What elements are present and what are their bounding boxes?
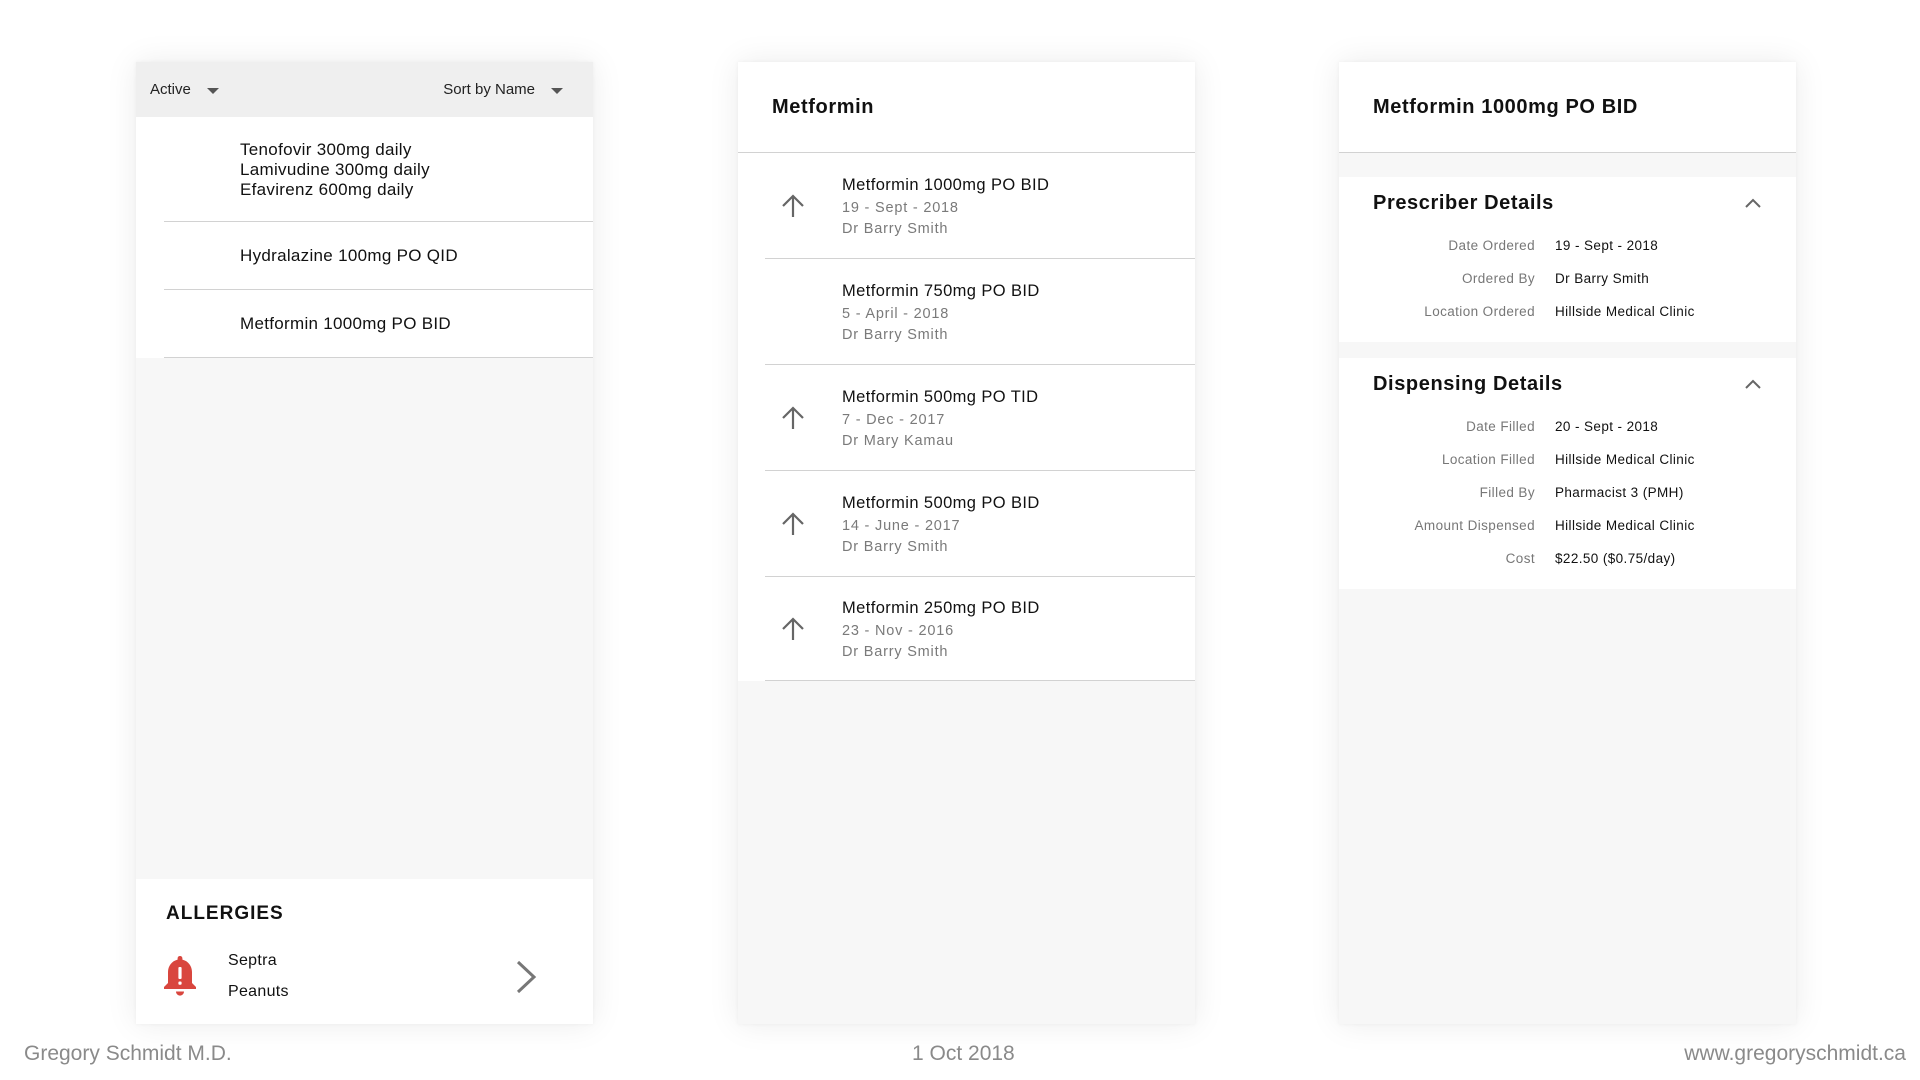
- medication-item-hydralazine[interactable]: Hydralazine 100mg PO QID: [136, 222, 593, 290]
- footer-website: www.gregoryschmidt.ca: [1684, 1042, 1906, 1065]
- chevron-right-icon[interactable]: [513, 959, 539, 995]
- history-item[interactable]: Metformin 750mg PO BID 5 - April - 2018 …: [738, 259, 1195, 365]
- filter-bar: Active Sort by Name: [136, 62, 593, 117]
- history-item[interactable]: Metformin 500mg PO TID 7 - Dec - 2017 Dr…: [738, 365, 1195, 471]
- history-item-name: Metformin 750mg PO BID: [842, 281, 1040, 300]
- history-item-date: 5 - April - 2018: [842, 305, 950, 322]
- detail-label: Amount Dispensed: [1414, 518, 1535, 533]
- detail-row: Location Ordered Hillside Medical Clinic: [1339, 295, 1796, 328]
- history-item-doctor: Dr Barry Smith: [842, 326, 949, 343]
- arrow-up-icon: [782, 406, 804, 429]
- section-title: Prescriber Details: [1373, 191, 1554, 214]
- detail-row: Ordered By Dr Barry Smith: [1339, 262, 1796, 295]
- detail-row: Date Filled 20 - Sept - 2018: [1339, 410, 1796, 443]
- allergy-list: Septra Peanuts: [228, 945, 289, 1007]
- status-filter-label: Active: [150, 81, 191, 98]
- prescriber-details-header[interactable]: Prescriber Details: [1339, 177, 1796, 229]
- allergies-section[interactable]: ALLERGIES Septra Peanuts: [136, 879, 593, 1024]
- detail-value: 19 - Sept - 2018: [1555, 238, 1659, 253]
- detail-row: Filled By Pharmacist 3 (PMH): [1339, 476, 1796, 509]
- history-item-doctor: Dr Barry Smith: [842, 220, 949, 237]
- detail-value: Dr Barry Smith: [1555, 271, 1650, 286]
- history-item-name: Metformin 500mg PO TID: [842, 387, 1039, 406]
- medication-list-panel: Active Sort by Name Tenofovir 300mg dail…: [136, 62, 593, 1024]
- medication-list: Tenofovir 300mg daily Lamivudine 300mg d…: [136, 117, 593, 358]
- footer-date: 1 Oct 2018: [912, 1042, 1015, 1065]
- history-item-date: 23 - Nov - 2016: [842, 622, 954, 639]
- history-item-name: Metformin 250mg PO BID: [842, 598, 1040, 617]
- allergy-item: Peanuts: [228, 983, 289, 1000]
- detail-row: Cost $22.50 ($0.75/day): [1339, 542, 1796, 575]
- medication-line: Lamivudine 300mg daily: [240, 159, 430, 179]
- allergy-item: Septra: [228, 952, 277, 969]
- medication-line: Metformin 1000mg PO BID: [240, 314, 451, 333]
- bell-alert-icon: [164, 956, 196, 996]
- allergies-row: Septra Peanuts: [164, 945, 563, 1007]
- allergies-title: ALLERGIES: [166, 903, 284, 924]
- detail-label: Filled By: [1479, 485, 1535, 500]
- medication-line: Tenofovir 300mg daily: [240, 139, 412, 159]
- history-item-name: Metformin 500mg PO BID: [842, 493, 1040, 512]
- history-item[interactable]: Metformin 1000mg PO BID 19 - Sept - 2018…: [738, 153, 1195, 259]
- section-title: Dispensing Details: [1373, 372, 1563, 395]
- medication-item-metformin[interactable]: Metformin 1000mg PO BID: [136, 290, 593, 358]
- arrow-up-icon: [782, 194, 804, 217]
- history-item[interactable]: Metformin 500mg PO BID 14 - June - 2017 …: [738, 471, 1195, 577]
- medication-item-hiv-regimen[interactable]: Tenofovir 300mg daily Lamivudine 300mg d…: [136, 117, 593, 222]
- caret-down-icon: [551, 87, 563, 94]
- history-list: Metformin 1000mg PO BID 19 - Sept - 2018…: [738, 153, 1195, 681]
- history-item-doctor: Dr Mary Kamau: [842, 432, 954, 449]
- chevron-up-icon[interactable]: [1744, 378, 1762, 390]
- detail-label: Cost: [1505, 551, 1535, 566]
- history-item-date: 14 - June - 2017: [842, 517, 961, 534]
- sort-label: Sort by Name: [443, 81, 535, 98]
- sort-dropdown[interactable]: Sort by Name: [443, 81, 563, 98]
- status-filter-dropdown[interactable]: Active: [150, 81, 219, 98]
- detail-label: Date Filled: [1466, 419, 1535, 434]
- chevron-up-icon[interactable]: [1744, 197, 1762, 209]
- history-item-name: Metformin 1000mg PO BID: [842, 175, 1050, 194]
- detail-value: Hillside Medical Clinic: [1555, 452, 1695, 467]
- detail-value: 20 - Sept - 2018: [1555, 419, 1659, 434]
- caret-down-icon: [206, 87, 219, 94]
- history-item-date: 7 - Dec - 2017: [842, 411, 946, 428]
- history-item[interactable]: Metformin 250mg PO BID 23 - Nov - 2016 D…: [738, 577, 1195, 681]
- medication-history-panel: Metformin Metformin 1000mg PO BID 19 - S…: [738, 62, 1195, 1024]
- detail-row: Location Filled Hillside Medical Clinic: [1339, 443, 1796, 476]
- medication-line: Efavirenz 600mg daily: [240, 179, 414, 199]
- detail-row: Date Ordered 19 - Sept - 2018: [1339, 229, 1796, 262]
- arrow-up-icon: [782, 512, 804, 535]
- detail-title: Metformin 1000mg PO BID: [1339, 62, 1796, 153]
- arrow-up-icon: [782, 617, 804, 640]
- medication-line: Hydralazine 100mg PO QID: [240, 246, 458, 265]
- history-item-doctor: Dr Barry Smith: [842, 643, 949, 660]
- detail-row: Amount Dispensed Hillside Medical Clinic: [1339, 509, 1796, 542]
- detail-label: Location Filled: [1441, 452, 1535, 467]
- footer-author: Gregory Schmidt M.D.: [24, 1042, 232, 1065]
- detail-value: Hillside Medical Clinic: [1555, 518, 1695, 533]
- detail-label: Location Ordered: [1424, 304, 1535, 319]
- detail-value: Hillside Medical Clinic: [1555, 304, 1695, 319]
- history-title: Metformin: [738, 62, 1195, 153]
- detail-label: Date Ordered: [1448, 238, 1535, 253]
- detail-value: $22.50 ($0.75/day): [1555, 551, 1676, 566]
- history-item-doctor: Dr Barry Smith: [842, 538, 949, 555]
- detail-label: Ordered By: [1461, 271, 1535, 286]
- detail-value: Pharmacist 3 (PMH): [1555, 485, 1684, 500]
- dispensing-details-header[interactable]: Dispensing Details: [1339, 358, 1796, 410]
- prescription-detail-panel: Metformin 1000mg PO BID Prescriber Detai…: [1339, 62, 1796, 1024]
- dispensing-details-section: Dispensing Details Date Filled 20 - Sept …: [1339, 358, 1796, 589]
- prescriber-details-section: Prescriber Details Date Ordered 19 - Sept…: [1339, 177, 1796, 342]
- history-item-date: 19 - Sept - 2018: [842, 199, 959, 216]
